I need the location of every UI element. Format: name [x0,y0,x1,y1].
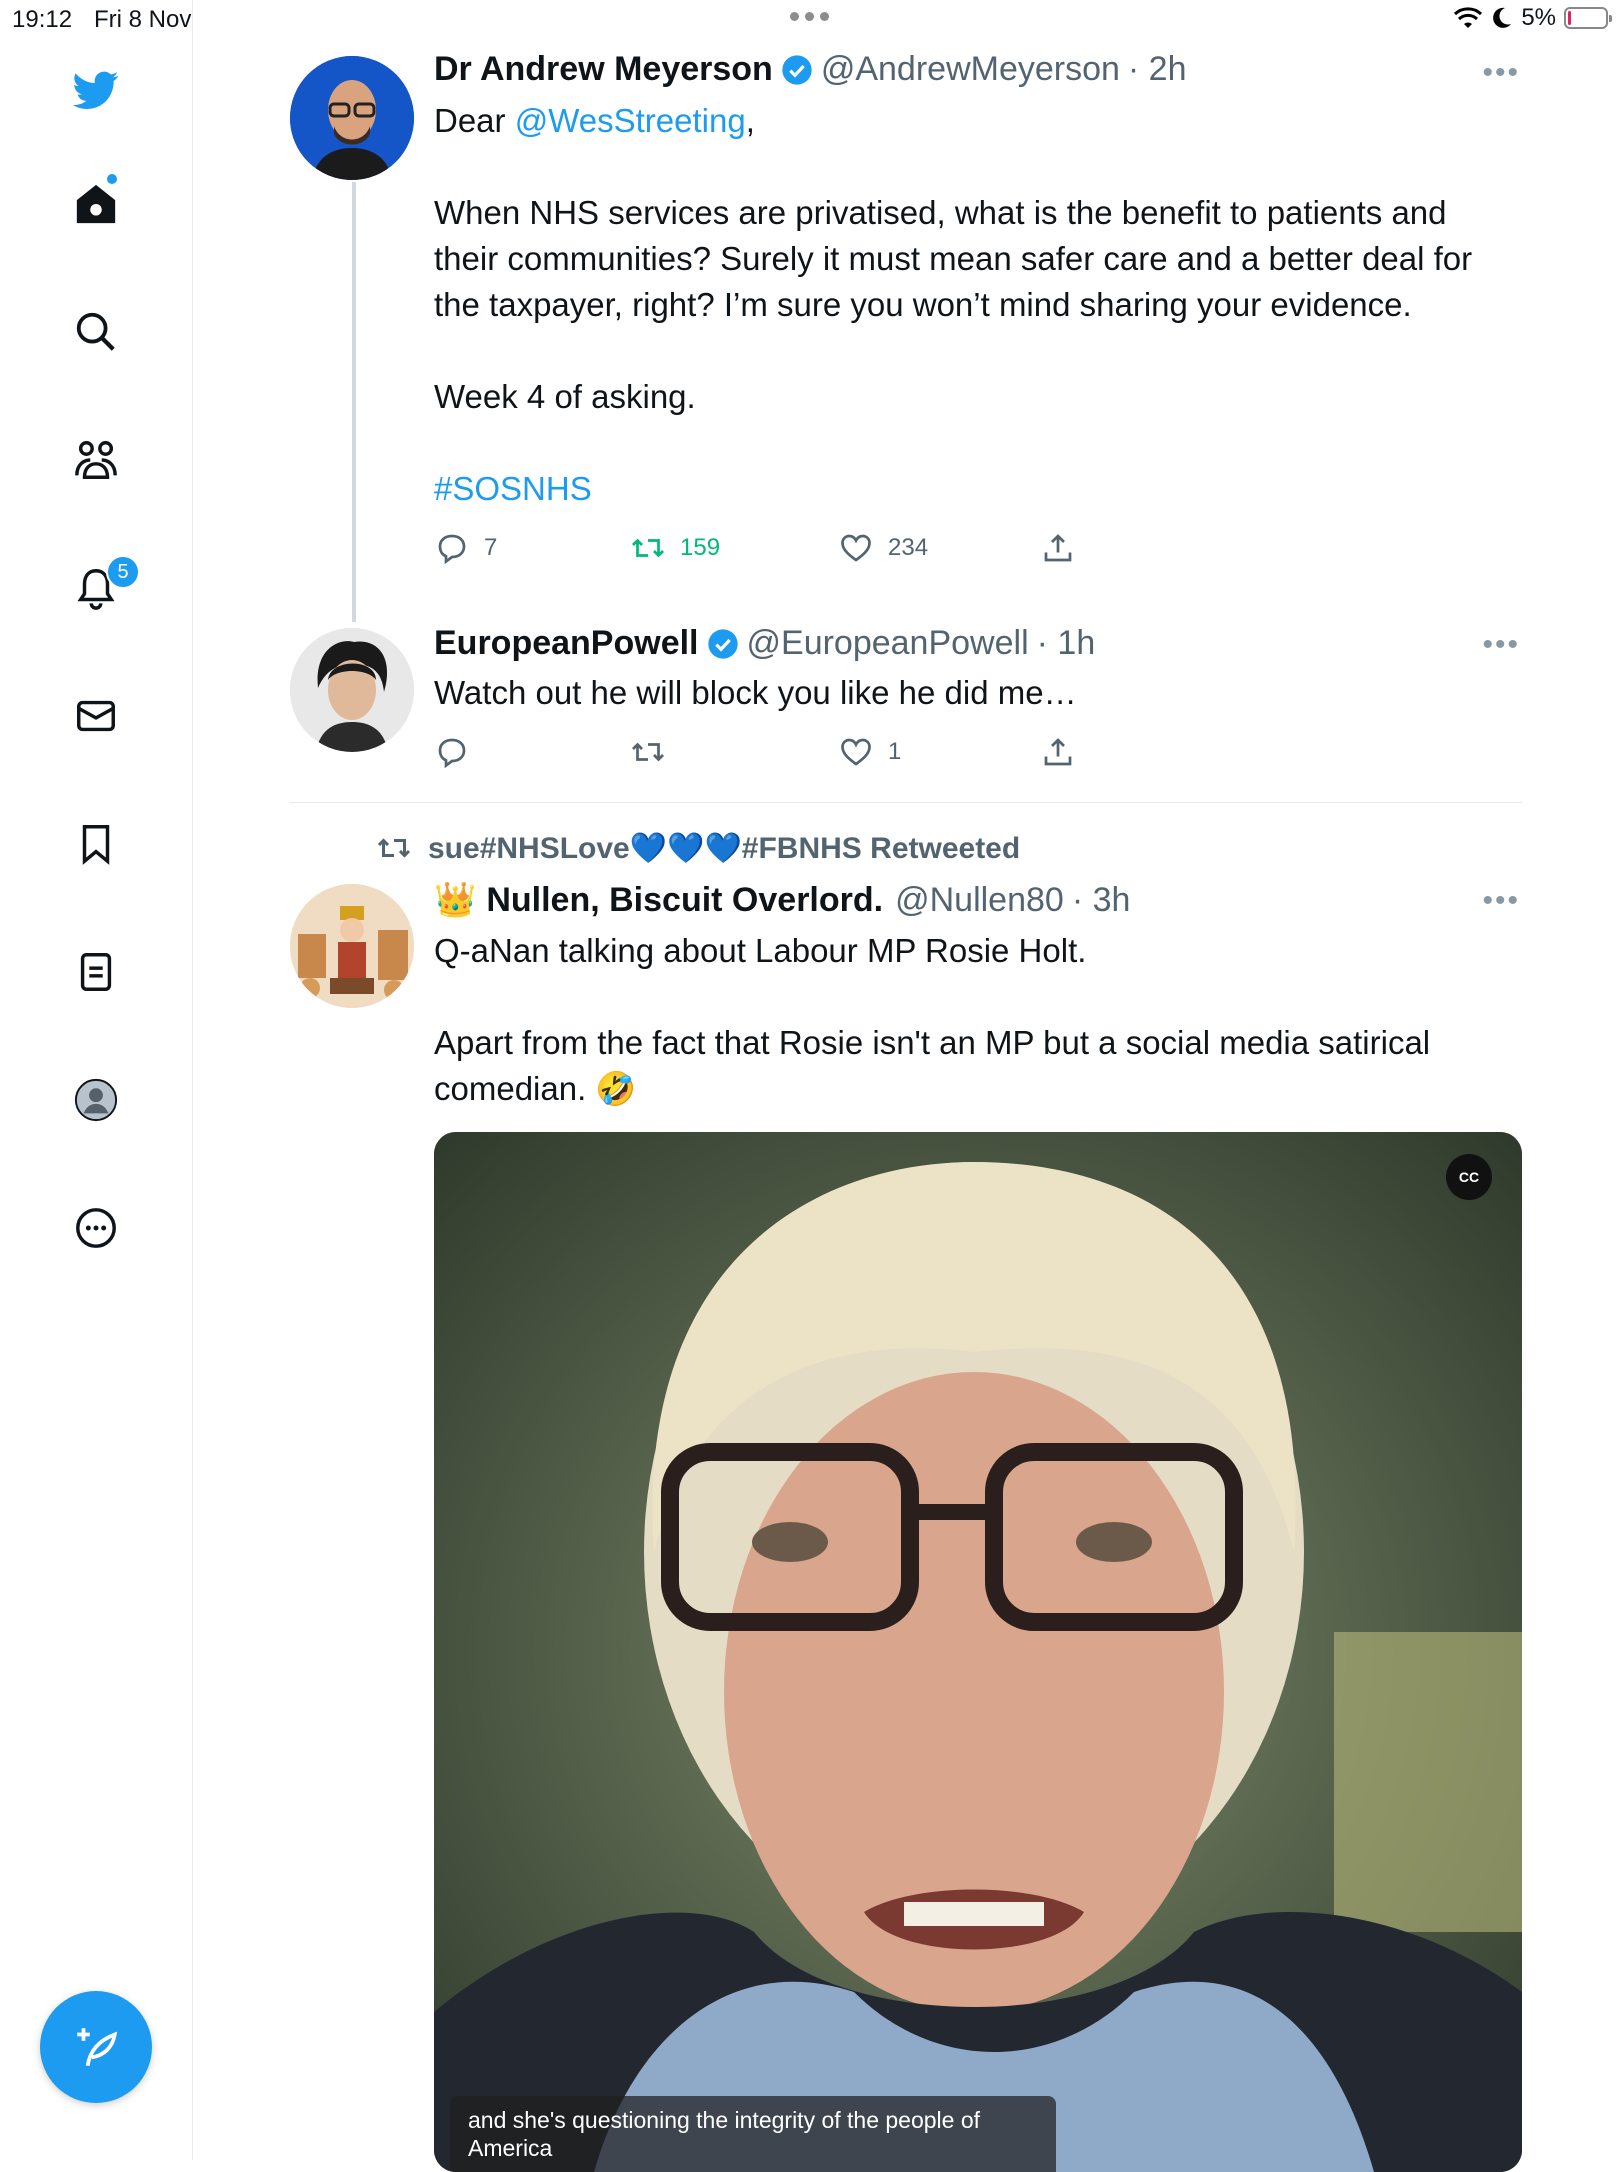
more-options-icon[interactable]: ••• [1482,884,1520,918]
tweet-paragraph: Q-aNan talking about Labour MP Rosie Hol… [434,932,1087,969]
tweet-actions: 7 159 234 [434,530,1094,570]
more-options-icon[interactable]: ••• [1482,628,1520,662]
tweet-divider [290,802,1522,803]
multitasking-dots-icon[interactable] [790,12,829,21]
author-handle[interactable]: @EuropeanPowell [747,624,1029,663]
mention-link[interactable]: @WesStreeting [515,102,746,139]
sidebar: 5 [0,0,193,2160]
wifi-icon [1454,7,1483,28]
compose-feather-icon [77,2028,118,2067]
battery-percentage: 5% [1521,4,1556,31]
retweet-icon [377,838,411,858]
home-icon[interactable] [70,178,122,230]
avatar[interactable] [290,56,414,180]
heart-icon [841,534,871,562]
avatar[interactable] [290,628,414,752]
tweet-time[interactable]: · 1h [1037,624,1096,663]
tweet-header: EuropeanPowell @EuropeanPowell · 1h [434,624,1095,663]
communities-icon[interactable] [70,434,122,486]
like-button[interactable]: 234 [838,530,928,566]
retweet-icon [632,538,664,558]
author-handle[interactable]: @AndrewMeyerson [821,50,1120,89]
more-icon[interactable] [70,1202,122,1254]
tweet-actions: 1 [434,734,1094,774]
verified-badge-icon [782,54,812,85]
battery-level [1568,11,1571,25]
bookmarks-icon[interactable] [70,818,122,870]
video-frame [434,1132,1522,2172]
profile-icon[interactable] [70,1074,122,1126]
status-indicators: 5% [1453,4,1612,32]
tweet-time[interactable]: · 2h [1128,50,1187,89]
retweeted-by-label: sue#NHSLove💙💙💙#FBNHS Retweeted [428,831,1021,865]
retweet-icon [632,742,664,762]
search-icon[interactable] [70,306,122,358]
tweet-paragraph: When NHS services are privatised, what i… [434,194,1482,323]
tweet-text-suffix: , [745,102,755,139]
more-options-icon[interactable]: ••• [1482,56,1520,90]
closed-captions-button[interactable]: CC [1446,1154,1492,1200]
author-name[interactable]: Nullen, Biscuit Overlord. [486,881,883,920]
crown-emoji: 👑 [434,881,477,919]
tweet-header: Dr Andrew Meyerson @AndrewMeyerson · 2h [434,50,1187,89]
hashtag-link[interactable]: #SOSNHS [434,466,1514,512]
heart-icon [841,738,871,766]
tweet-text: Dear @WesStreeting, [434,98,1514,144]
retweet-count: 159 [680,534,721,561]
video-player[interactable]: CC and she's questioning the integrity o… [434,1132,1522,2172]
share-button[interactable] [1040,734,1076,770]
retweet-button[interactable] [630,734,680,770]
tweet-text: Watch out he will block you like he did … [434,674,1077,711]
share-icon [1044,738,1072,766]
retweet-button[interactable]: 159 [630,530,720,566]
tweet-paragraph: Apart from the fact that Rosie isn't an … [434,1024,1440,1107]
messages-icon[interactable] [70,690,122,742]
author-handle[interactable]: @Nullen80 [895,881,1064,920]
lists-icon[interactable] [70,946,122,998]
reply-button[interactable] [434,734,484,770]
tweet-time[interactable]: · 3h [1072,881,1131,920]
reply-button[interactable]: 7 [434,530,497,566]
twitter-logo-icon[interactable] [70,64,122,116]
thread-connector [352,182,356,622]
reply-icon [438,534,466,565]
retweeted-by[interactable]: sue#NHSLove💙💙💙#FBNHS Retweeted [376,830,1020,866]
video-caption: and she's questioning the integrity of t… [450,2096,1056,2172]
compose-tweet-button[interactable] [40,1991,152,2103]
home-unread-dot [107,174,117,184]
like-count: 1 [888,738,902,765]
notifications-badge: 5 [106,555,140,589]
verified-badge-icon [707,628,738,659]
author-name[interactable]: EuropeanPowell [434,624,699,663]
share-button[interactable] [1040,530,1076,566]
like-button[interactable]: 1 [838,734,901,770]
reply-icon [438,738,466,769]
share-icon [1044,534,1072,562]
reply-count: 7 [484,534,498,561]
tweet-text-prefix: Dear [434,102,515,139]
moon-icon [1493,7,1512,28]
tweet-header: 👑 Nullen, Biscuit Overlord. @Nullen80 · … [434,880,1130,920]
tweet-paragraph: Week 4 of asking. [434,378,696,415]
status-bar: 19:12 Fri 8 Nov 5% [0,0,1620,40]
avatar[interactable] [290,884,414,1008]
battery-icon [1564,7,1612,29]
like-count: 234 [888,534,929,561]
author-name[interactable]: Dr Andrew Meyerson [434,50,773,89]
